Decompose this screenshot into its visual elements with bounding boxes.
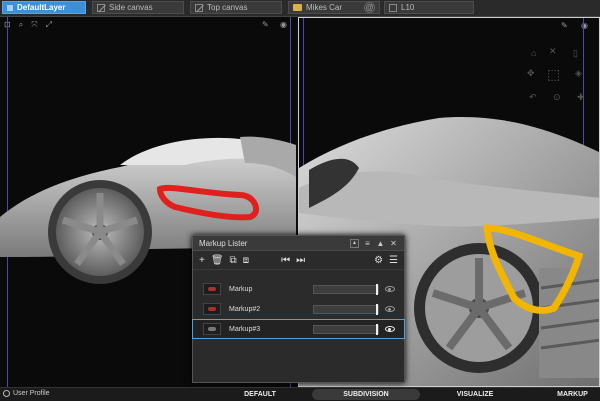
- markup-lister-toolbar: + 🗑 ⧉ ⧈ ⏮ ⏭ ⚙ ☰: [193, 251, 404, 270]
- tab-default[interactable]: DEFAULT: [230, 389, 290, 400]
- opacity-slider[interactable]: [313, 323, 379, 335]
- markup-row[interactable]: Markup#2: [193, 300, 404, 318]
- user-profile-button[interactable]: User Profile: [3, 390, 50, 397]
- add-icon[interactable]: +: [199, 255, 205, 266]
- hidden-checkbox-icon[interactable]: [195, 3, 203, 12]
- folder-icon: [293, 4, 302, 11]
- layer-tab-mikes-car[interactable]: Mikes Car @: [288, 1, 380, 14]
- opacity-slider[interactable]: [313, 283, 379, 295]
- delete-icon[interactable]: 🗑: [211, 255, 224, 266]
- checkbox-icon[interactable]: [389, 3, 397, 12]
- at-icon[interactable]: @: [364, 2, 375, 13]
- layer-tab-default[interactable]: DefaultLayer: [2, 1, 86, 14]
- markup-thumbnail: [203, 323, 221, 335]
- layer-tab-l10[interactable]: L10: [384, 1, 474, 14]
- visibility-eye-icon[interactable]: [385, 306, 395, 312]
- markup-lister-title: Markup Lister: [199, 238, 248, 248]
- menu-icon[interactable]: ☰: [389, 255, 398, 266]
- first-icon[interactable]: ⏮: [281, 255, 290, 266]
- markup-thumbnail: [203, 303, 221, 315]
- markup-row[interactable]: Markup: [193, 280, 404, 298]
- tab-visualize[interactable]: VISUALIZE: [445, 389, 505, 400]
- opacity-slider[interactable]: [313, 303, 379, 315]
- settings-icon[interactable]: ⚙: [374, 255, 383, 266]
- layer-bar: DefaultLayer Side canvas Top canvas Mike…: [0, 0, 600, 17]
- duplicate-icon[interactable]: ⧉: [230, 255, 237, 266]
- visibility-eye-icon[interactable]: [385, 286, 395, 292]
- markup-thumbnail: [203, 283, 221, 295]
- markup-lister-panel[interactable]: Markup Lister ▴ ≡ ▲ ✕ + 🗑 ⧉ ⧈ ⏮ ⏭ ⚙ ☰ Ma…: [192, 235, 405, 383]
- layer-tab-top-canvas[interactable]: Top canvas: [190, 1, 282, 14]
- tab-subdivision[interactable]: SUBDIVISION: [312, 389, 420, 400]
- merge-icon[interactable]: ⧈: [243, 255, 249, 266]
- dock-icon[interactable]: ▴: [350, 238, 359, 248]
- gear-icon: [3, 390, 10, 397]
- tab-markup[interactable]: MARKUP: [545, 389, 600, 400]
- layer-tab-side-canvas[interactable]: Side canvas: [92, 1, 184, 14]
- close-icon[interactable]: ✕: [389, 239, 398, 248]
- markup-row-selected[interactable]: Markup#3: [192, 319, 405, 339]
- collapse-icon[interactable]: ▲: [376, 239, 385, 248]
- workspace-bar: User Profile DEFAULT SUBDIVISION VISUALI…: [0, 387, 600, 401]
- markup-lister-titlebar[interactable]: Markup Lister ▴ ≡ ▲ ✕: [193, 236, 404, 251]
- visibility-eye-icon[interactable]: [385, 326, 395, 332]
- list-icon[interactable]: ≡: [363, 239, 372, 248]
- hidden-checkbox-icon[interactable]: [97, 3, 105, 12]
- layer-swatch-icon: [7, 4, 13, 11]
- last-icon[interactable]: ⏭: [296, 255, 305, 266]
